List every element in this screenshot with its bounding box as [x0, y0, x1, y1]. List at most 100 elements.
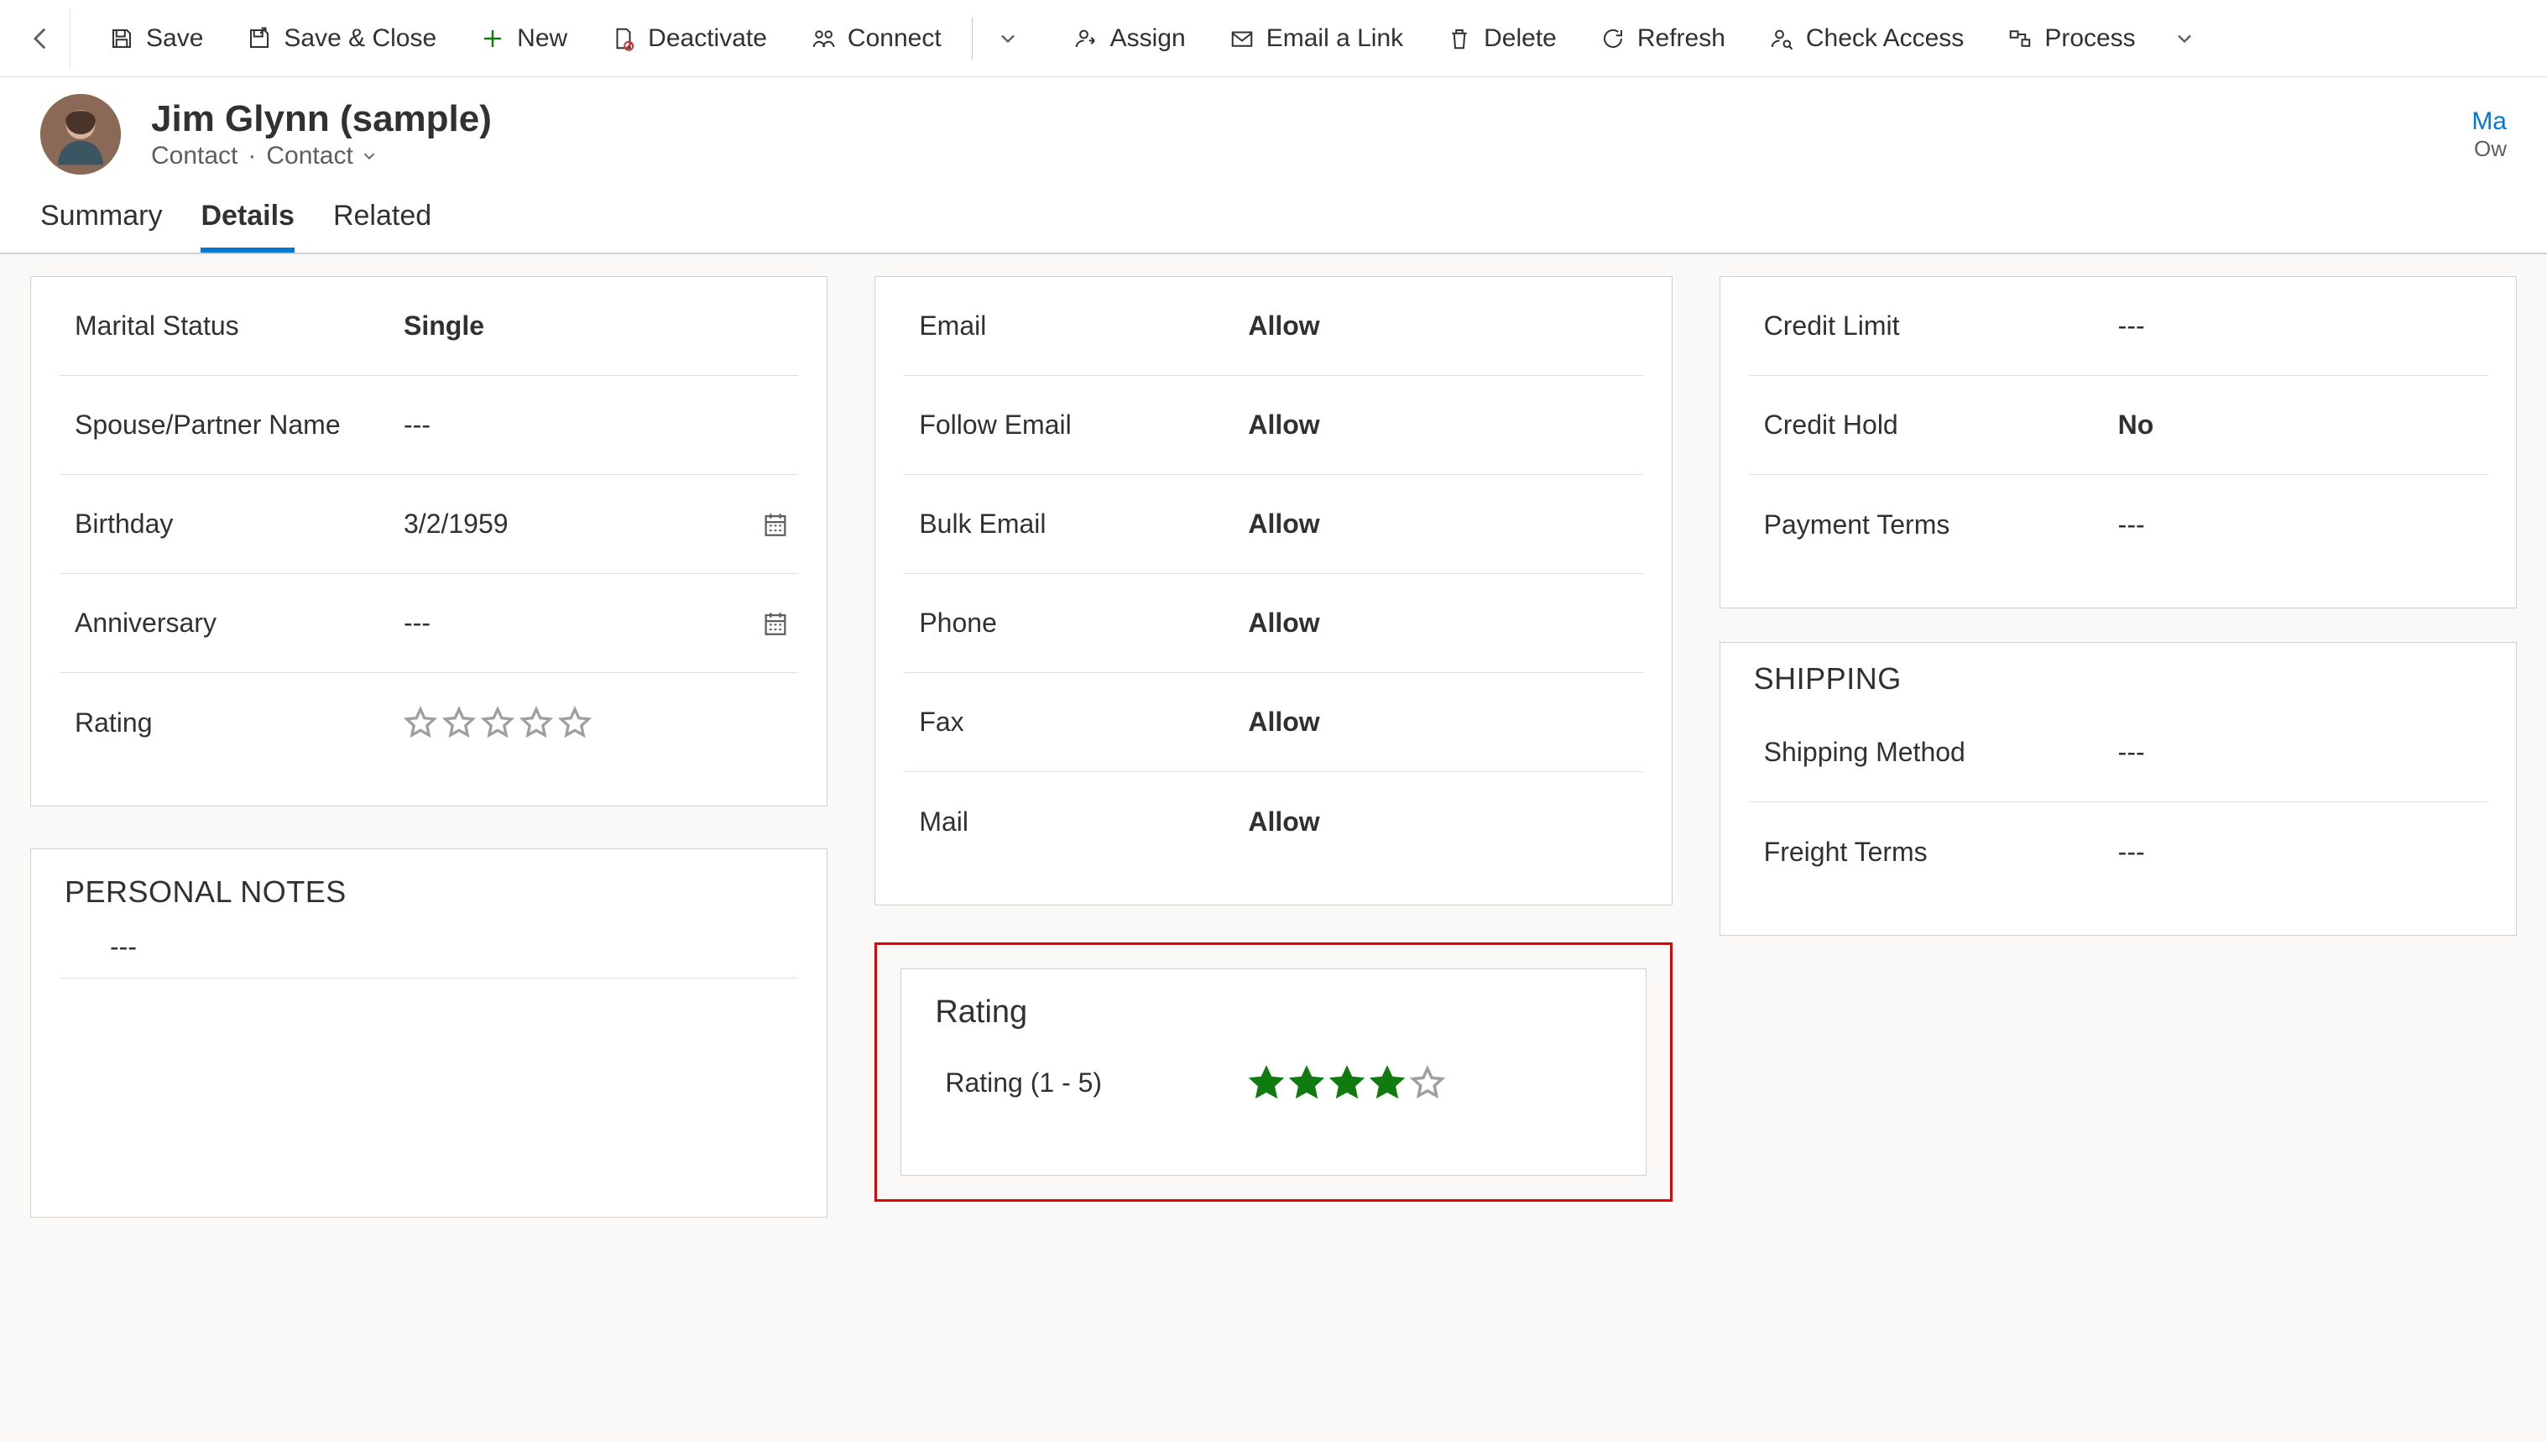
- refresh-button[interactable]: Refresh: [1579, 13, 1747, 64]
- star-icon[interactable]: [1370, 1065, 1405, 1100]
- form-selector[interactable]: Contact: [266, 142, 378, 170]
- fax-value: Allow: [1231, 707, 1642, 738]
- field-marital-status[interactable]: Marital Status Single: [60, 277, 798, 376]
- mail-value: Allow: [1231, 806, 1642, 838]
- field-notes[interactable]: ---: [60, 916, 798, 978]
- field-birthday[interactable]: Birthday 3/2/1959: [60, 475, 798, 574]
- bulk-value: Allow: [1231, 509, 1642, 540]
- spouse-value: ---: [387, 410, 798, 441]
- field-shipping-method[interactable]: Shipping Method ---: [1749, 703, 2487, 802]
- tab-details[interactable]: Details: [201, 200, 295, 253]
- field-mail[interactable]: Mail Allow: [904, 772, 1642, 871]
- save-button[interactable]: Save: [87, 13, 225, 64]
- process-button[interactable]: Process: [1986, 13, 2157, 64]
- field-fax[interactable]: Fax Allow: [904, 673, 1642, 772]
- birthday-value: 3/2/1959: [387, 509, 798, 540]
- back-button[interactable]: [12, 9, 70, 68]
- rating-stars-empty[interactable]: [404, 706, 592, 739]
- avatar: [40, 94, 121, 175]
- new-label: New: [517, 24, 567, 53]
- shipmethod-label: Shipping Method: [1749, 737, 2101, 768]
- contact-methods-card: Email Allow Follow Email Allow Bulk Emai…: [874, 276, 1672, 905]
- deactivate-label: Deactivate: [648, 24, 767, 53]
- back-icon: [27, 24, 55, 53]
- follow-value: Allow: [1231, 410, 1642, 441]
- save-close-icon: [247, 26, 272, 51]
- anniversary-label: Anniversary: [60, 608, 387, 639]
- anniversary-value: ---: [387, 608, 798, 639]
- field-credit-hold[interactable]: Credit Hold No: [1749, 376, 2487, 475]
- field-follow-email[interactable]: Follow Email Allow: [904, 376, 1642, 475]
- personal-notes-card: PERSONAL NOTES ---: [30, 848, 827, 1218]
- field-payment-terms[interactable]: Payment Terms ---: [1749, 475, 2487, 574]
- assign-label: Assign: [1110, 24, 1186, 53]
- star-icon[interactable]: [1410, 1065, 1445, 1100]
- deactivate-button[interactable]: Deactivate: [589, 13, 789, 64]
- field-email[interactable]: Email Allow: [904, 277, 1642, 376]
- creditlimit-label: Credit Limit: [1749, 311, 2101, 342]
- form-body: Marital Status Single Spouse/Partner Nam…: [0, 254, 2547, 1442]
- deactivate-icon: [611, 26, 636, 51]
- field-spouse-name[interactable]: Spouse/Partner Name ---: [60, 376, 798, 475]
- fax-label: Fax: [904, 707, 1231, 738]
- separator-dot: ·: [248, 142, 256, 170]
- rating-1to5-label: Rating (1 - 5): [930, 1067, 1232, 1099]
- record-header: Jim Glynn (sample) Contact · Contact Ma …: [0, 77, 2547, 175]
- check-access-button[interactable]: Check Access: [1747, 13, 1986, 64]
- star-icon[interactable]: [442, 706, 476, 739]
- freight-label: Freight Terms: [1749, 837, 2101, 868]
- marital-status-label: Marital Status: [60, 311, 387, 342]
- calendar-icon[interactable]: [761, 609, 790, 638]
- refresh-icon: [1600, 26, 1626, 51]
- column-3: Credit Limit --- Credit Hold No Payment …: [1720, 276, 2517, 1420]
- star-icon[interactable]: [1329, 1065, 1365, 1100]
- email-value: Allow: [1231, 311, 1642, 342]
- assign-button[interactable]: Assign: [1052, 13, 1208, 64]
- billing-card: Credit Limit --- Credit Hold No Payment …: [1720, 276, 2517, 608]
- field-rating-empty[interactable]: Rating: [60, 673, 798, 772]
- shipping-title: SHIPPING: [1749, 643, 2487, 703]
- star-icon[interactable]: [519, 706, 553, 739]
- marital-status-value: Single: [387, 311, 798, 342]
- credithold-label: Credit Hold: [1749, 410, 2101, 441]
- shipmethod-value: ---: [2101, 737, 2487, 768]
- field-freight-terms[interactable]: Freight Terms ---: [1749, 802, 2487, 901]
- connect-button[interactable]: Connect: [789, 13, 963, 64]
- process-more-button[interactable]: [2158, 27, 2211, 50]
- rating-highlight: Rating Rating (1 - 5): [874, 942, 1672, 1202]
- tab-summary[interactable]: Summary: [40, 200, 162, 253]
- field-rating-1to5[interactable]: Rating (1 - 5): [930, 1041, 1616, 1125]
- new-button[interactable]: New: [458, 13, 589, 64]
- delete-button[interactable]: Delete: [1425, 13, 1579, 64]
- field-credit-limit[interactable]: Credit Limit ---: [1749, 277, 2487, 376]
- phone-label: Phone: [904, 608, 1231, 639]
- credithold-value: No: [2101, 410, 2487, 441]
- field-anniversary[interactable]: Anniversary ---: [60, 574, 798, 673]
- notes-title: PERSONAL NOTES: [60, 849, 798, 916]
- field-bulk-email[interactable]: Bulk Email Allow: [904, 475, 1642, 574]
- rating-section-title: Rating: [930, 969, 1616, 1041]
- owner-link[interactable]: Ma: [2471, 107, 2507, 136]
- tab-related[interactable]: Related: [333, 200, 431, 253]
- email-link-button[interactable]: Email a Link: [1208, 13, 1425, 64]
- star-icon[interactable]: [1249, 1065, 1284, 1100]
- field-phone[interactable]: Phone Allow: [904, 574, 1642, 673]
- connect-more-button[interactable]: [981, 27, 1035, 50]
- separator: [972, 18, 973, 60]
- rating-stars[interactable]: [1249, 1065, 1445, 1100]
- star-icon[interactable]: [558, 706, 592, 739]
- rating-card: Rating Rating (1 - 5): [900, 968, 1646, 1176]
- star-icon[interactable]: [481, 706, 514, 739]
- save-close-button[interactable]: Save & Close: [225, 13, 458, 64]
- notes-value: ---: [60, 932, 798, 963]
- phone-value: Allow: [1231, 608, 1642, 639]
- shipping-card: SHIPPING Shipping Method --- Freight Ter…: [1720, 642, 2517, 936]
- calendar-icon[interactable]: [761, 510, 790, 539]
- owner-caption: Ow: [2471, 136, 2507, 162]
- star-icon[interactable]: [404, 706, 437, 739]
- birthday-label: Birthday: [60, 509, 387, 540]
- star-icon[interactable]: [1289, 1065, 1324, 1100]
- connect-icon: [811, 26, 836, 51]
- plus-icon: [480, 26, 505, 51]
- mail-label: Mail: [904, 806, 1231, 838]
